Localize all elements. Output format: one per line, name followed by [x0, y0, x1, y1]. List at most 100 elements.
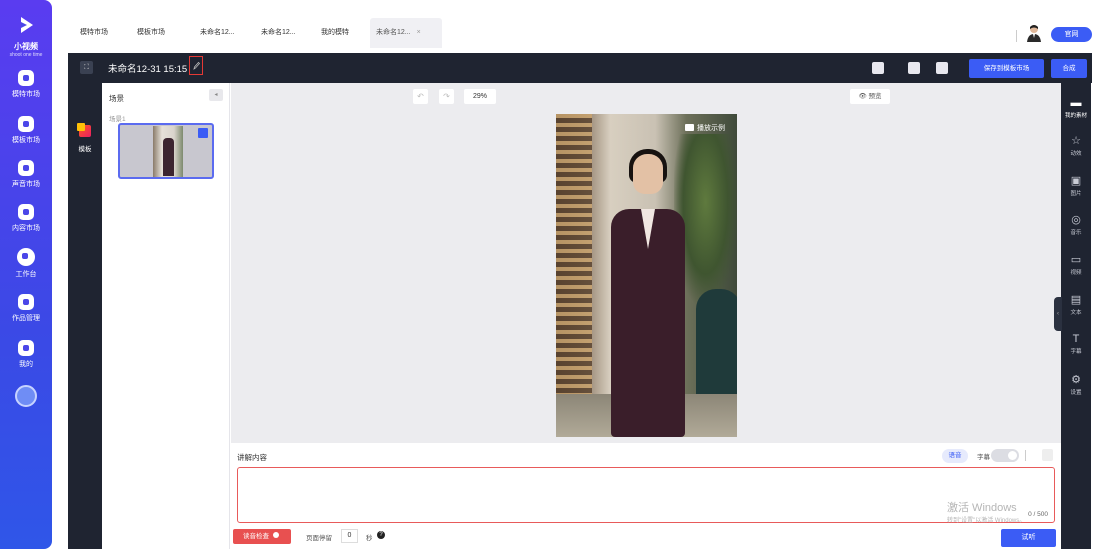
tab-model-market[interactable]: 模特市场 [74, 18, 114, 48]
official-site-button[interactable]: 官网 [1051, 27, 1092, 42]
save-icon[interactable] [936, 62, 948, 74]
rtool-label: 图片 [1070, 191, 1082, 197]
tab-label: 模板市场 [137, 29, 165, 36]
narration-input[interactable]: 0 / 500 [237, 467, 1055, 523]
eye-icon: 👁 [858, 93, 869, 100]
rtool-label: 我的素材 [1064, 113, 1087, 119]
pronunciation-check-button[interactable]: 读音检查 [233, 529, 291, 544]
music-icon: ◎ [1071, 214, 1081, 226]
sidebar-item-template-market[interactable]: 模板市场 [0, 116, 52, 145]
rename-button[interactable] [189, 56, 203, 75]
sidebar-item-label: 我的 [19, 361, 33, 368]
copy-icon[interactable] [908, 62, 920, 74]
rtool-my-materials[interactable]: ▬ 我的素材 [1061, 97, 1091, 119]
right-toolbar: ▬ 我的素材 ☆ 动效 ▣ 图片 ◎ 音乐 ▭ 视频 ▤ 文本 T 字幕 ⚙ 设置 [1061, 83, 1091, 549]
tool-template-label: 模板 [78, 146, 92, 153]
close-icon[interactable]: × [417, 29, 421, 36]
clear-icon[interactable] [1042, 449, 1053, 461]
sidebar-item-model-market[interactable]: 模特市场 [0, 70, 52, 99]
layout-icon[interactable] [872, 62, 884, 74]
star-icon: ☆ [1071, 135, 1081, 147]
narration-panel: 讲解内容 语音 字幕 0 / 500 激活 Windows 转到"设置"以激活 … [231, 443, 1061, 549]
collapse-icon[interactable]: ◂ [209, 89, 223, 101]
tab-untitled-active[interactable]: 未命名12... × [370, 18, 442, 48]
rtool-label: 设置 [1070, 390, 1082, 396]
tab-my-models[interactable]: 我的模特 [315, 18, 355, 48]
zoom-level[interactable]: 29% [464, 89, 496, 104]
app-root: 小视频 shoot one time 模特市场 模板市场 声音市场 内容市场 工… [0, 0, 1105, 549]
sidebar-item-workbench[interactable]: 工作台 [0, 248, 52, 279]
chair-decor [696, 289, 737, 409]
main-sidebar: 小视频 shoot one time 模特市场 模板市场 声音市场 内容市场 工… [0, 0, 52, 549]
sidebar-item-label: 模特市场 [12, 91, 40, 98]
pencil-icon [192, 61, 200, 70]
project-title: 未命名12-31 15:15 [108, 64, 188, 75]
sidebar-item-voice-market[interactable]: 声音市场 [0, 160, 52, 189]
tab-label: 我的模特 [321, 29, 349, 36]
content-market-icon [18, 204, 34, 220]
preview-label: 预览 [868, 93, 882, 100]
voice-button[interactable]: 语音 [942, 449, 968, 463]
video-stage[interactable]: 播放示例 [556, 114, 737, 437]
sidebar-item-mine[interactable]: 我的 [0, 340, 52, 369]
avatar[interactable] [15, 385, 37, 407]
scene-thumbnail-image [153, 126, 183, 177]
undo-icon[interactable]: ↶ [413, 89, 428, 104]
fullscreen-icon[interactable]: ⛶ [80, 61, 93, 74]
settings-icon: ⚙ [1071, 374, 1081, 386]
brand-tagline: shoot one time [9, 52, 43, 58]
rtool-video[interactable]: ▭ 视频 [1061, 254, 1091, 276]
subtitle-toggle[interactable] [991, 449, 1019, 462]
subtitle-icon: T [1072, 333, 1080, 345]
try-listen-button[interactable]: 试听 [1001, 529, 1056, 547]
rtool-subtitle[interactable]: T 字幕 [1061, 333, 1091, 355]
pause-input[interactable]: 0 [341, 529, 358, 543]
char-counter: 0 / 500 [1028, 511, 1048, 518]
compose-button[interactable]: 合成 [1051, 59, 1087, 78]
presenter-head [633, 154, 663, 194]
drawer-toggle-icon[interactable]: ‹ [1054, 297, 1062, 331]
user-icon [18, 340, 34, 356]
brand-logo[interactable]: 小视频 shoot one time [0, 14, 52, 58]
tab-untitled-2[interactable]: 未命名12... [255, 18, 302, 48]
official-site-label: 官网 [1064, 31, 1079, 38]
rtool-label: 字幕 [1070, 349, 1082, 355]
tool-template[interactable]: 模板 [74, 123, 96, 153]
scene-label: 场景1 [109, 116, 126, 123]
dot-icon [273, 532, 279, 538]
rtool-effects[interactable]: ☆ 动效 [1061, 135, 1091, 157]
watermark-line2: 转到"设置"以激活 Windows。 [947, 518, 1026, 524]
template-market-icon [18, 116, 34, 132]
tab-label: 模特市场 [80, 29, 108, 36]
sidebar-item-works[interactable]: 作品管理 [0, 294, 52, 323]
tab-template-market[interactable]: 模板市场 [131, 18, 171, 48]
tab-untitled-1[interactable]: 未命名12... [194, 18, 241, 48]
divider [1016, 30, 1017, 42]
sidebar-item-content-market[interactable]: 内容市场 [0, 204, 52, 233]
pause-label: 页面停留 [306, 535, 332, 542]
rtool-settings[interactable]: ⚙ 设置 [1061, 374, 1091, 396]
delete-icon[interactable] [198, 128, 208, 138]
subtitle-label: 字幕 [977, 454, 990, 461]
editor-header: ⛶ 未命名12-31 15:15 保存到模板市场 合成 [68, 53, 1092, 83]
rtool-images[interactable]: ▣ 图片 [1061, 175, 1091, 197]
rtool-music[interactable]: ◎ 音乐 [1061, 214, 1091, 236]
scene-thumbnail[interactable] [118, 123, 214, 179]
play-sample-badge[interactable]: 播放示例 [685, 123, 725, 133]
voice-market-icon [18, 160, 34, 176]
sidebar-item-label: 内容市场 [12, 225, 40, 232]
user-avatar-icon[interactable] [1026, 24, 1042, 42]
model-market-icon [18, 70, 34, 86]
template-icon [77, 123, 91, 137]
logo-icon [21, 17, 33, 33]
rtool-text[interactable]: ▤ 文本 [1061, 294, 1091, 316]
scene-panel-title: 场景 [109, 94, 124, 103]
save-to-template-button[interactable]: 保存到模板市场 [969, 59, 1044, 78]
sidebar-item-label: 工作台 [15, 271, 37, 278]
help-icon[interactable]: ? [377, 531, 385, 539]
rtool-label: 视频 [1070, 270, 1082, 276]
works-icon [18, 294, 34, 310]
text-icon: ▤ [1070, 294, 1082, 306]
redo-icon[interactable]: ↷ [439, 89, 454, 104]
preview-button[interactable]: 👁 预览 [850, 89, 890, 104]
